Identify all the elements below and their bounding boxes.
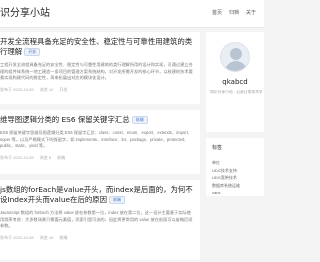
site-logo[interactable]: 识分享小站 [0,4,50,19]
post-badge[interactable]: 前端 [109,196,126,204]
sidebar: qkabcd 知识分享小站 - 记录日常技术学习点滴 标签 单红 UDG技术支持… [206,32,264,196]
post-card: js数组的forEach是value开头，而index是后面的，为何不设Inde… [0,180,200,260]
post-date: 发布于 2020-10-08 [0,234,34,240]
post-summary: 工程开发全流程具备充足的安全性、稳定性与可靠性用建筑的类行理解所用的设计和实现，… [0,62,193,80]
post-category[interactable]: 开发 [59,87,67,92]
post-badge[interactable]: 前端 [131,116,148,124]
post-date: 发布于 2020-10-09 [0,154,34,160]
tag-item[interactable]: 单红 [212,159,264,167]
avatar[interactable] [220,42,250,72]
nav-item-home[interactable]: 首页 [212,9,222,16]
avatar-head-shape [230,48,242,60]
post-title[interactable]: js数组的forEach是value开头，而index是后面的，为何不设Inde… [0,185,194,205]
profile-card: qkabcd 知识分享小站 - 记录日常技术学习点滴 [206,32,264,132]
tags-title: 标签 [212,145,223,151]
post-views: 浏览 12 [39,86,54,92]
post-title[interactable]: 维导图逻辑分类的 ES6 保留关键字汇总 前端 [0,115,194,125]
top-bar: 识分享小站 首页 归档 关于 [0,0,264,28]
post-meta: 发布于 2020-10-08 浏览 15 前端 [0,235,194,241]
nav-item-about[interactable]: 关于 [246,9,256,16]
tag-item[interactable]: 数据库系统运维 [212,182,264,190]
post-views: 浏览 8 [39,154,52,160]
post-views: 浏览 15 [39,234,54,240]
tags-list: 单红 UDG技术支持 UDG宽带技术 数据库系统运维 vans [212,159,264,197]
nav-item-archive[interactable]: 归档 [229,9,239,16]
post-card: 维导图逻辑分类的 ES6 保留关键字汇总 前端 ES6 保留关键字思维导图逻辑分类… [0,110,200,174]
tag-item[interactable]: UDG技术支持 [212,167,264,175]
post-summary: ES6 保留关键字思维导图逻辑分类 ES6 保留字汇总：class、const、… [0,130,192,148]
tag-item[interactable]: vans [212,189,264,197]
post-date: 发布于 2020-10-09 [0,86,34,92]
profile-name: qkabcd [222,78,248,86]
post-list: 开发全流程具备充足的安全性、稳定性与可靠性用建筑的类行理解 开发 工程开发全流程具… [0,32,200,262]
avatar-body-shape [225,61,247,71]
post-summary: JavaScript 数组的 forEach 方法将 value 放在参数第一位… [0,210,193,228]
profile-description: 知识分享小站 - 记录日常技术学习点滴 [210,90,262,94]
post-meta: 发布于 2020-10-09 浏览 8 前端 [0,155,194,161]
post-title[interactable]: 开发全流程具备充足的安全性、稳定性与可靠性用建筑的类行理解 开发 [0,37,194,57]
post-meta: 发布于 2020-10-09 浏览 12 开发 [0,87,194,93]
tag-item[interactable]: UDG宽带技术 [212,174,264,182]
post-category[interactable]: 前端 [59,235,67,240]
post-category[interactable]: 前端 [57,155,65,160]
tags-card: 标签 单红 UDG技术支持 UDG宽带技术 数据库系统运维 vans [206,138,264,196]
post-badge[interactable]: 开发 [24,48,41,56]
main-nav: 首页 归档 关于 [212,9,256,16]
post-card: 开发全流程具备充足的安全性、稳定性与可靠性用建筑的类行理解 开发 工程开发全流程具… [0,32,200,104]
